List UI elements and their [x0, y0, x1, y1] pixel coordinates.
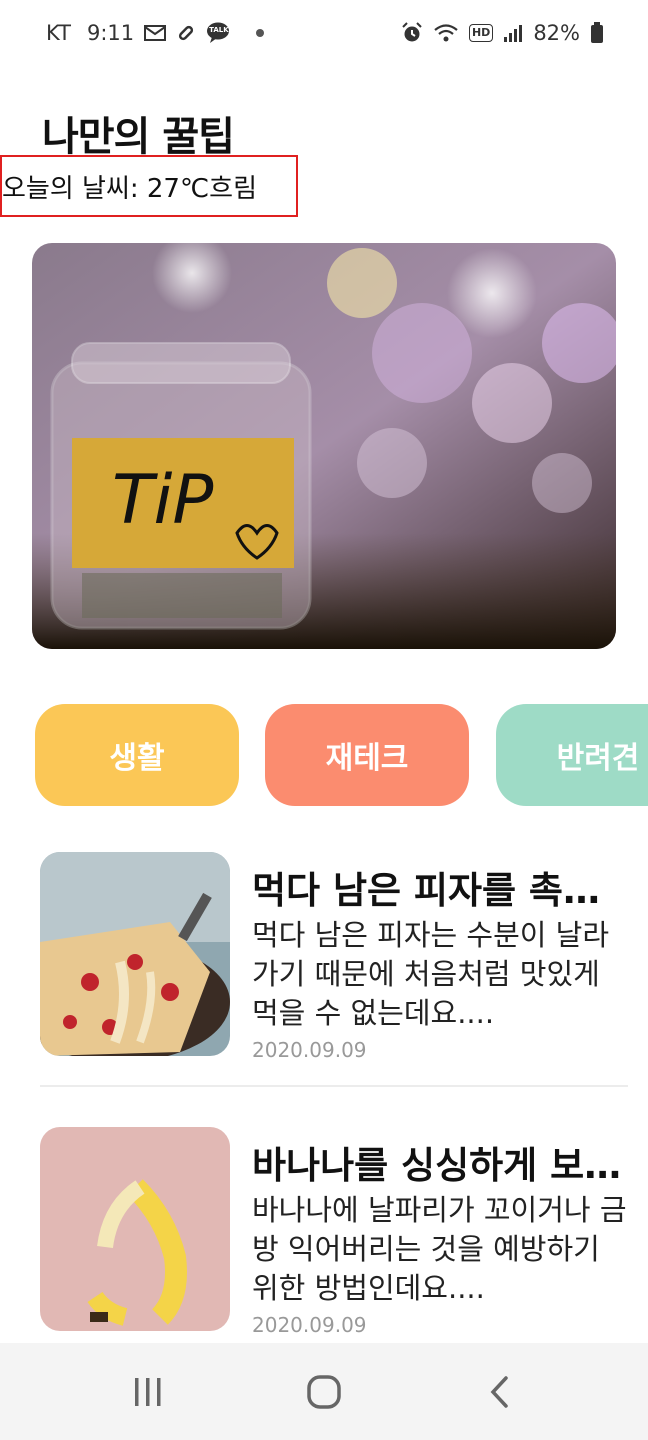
article-title: 먹다 남은 피자를 촉촉하게 — [252, 869, 630, 912]
recent-apps-icon[interactable] — [103, 1362, 193, 1422]
alarm-icon — [401, 22, 423, 44]
article-item[interactable]: 바나나를 싱싱하게 보관하기 바나나에 날파리가 꼬이거나 금방 익어버리는 것… — [40, 1127, 630, 1337]
banana-thumbnail — [40, 1127, 230, 1331]
divider — [40, 1085, 628, 1087]
article-item[interactable]: 먹다 남은 피자를 촉촉하게 먹다 남은 피자는 수분이 날라가기 때문에 처음… — [40, 852, 630, 1062]
pizza-thumbnail — [40, 852, 230, 1056]
notification-dot-icon — [256, 29, 265, 37]
category-life-button[interactable]: 생활 — [35, 704, 239, 806]
category-finance-button[interactable]: 재테크 — [265, 704, 469, 806]
signal-icon — [503, 23, 523, 43]
category-list: 생활 재테크 반려견 — [0, 704, 648, 806]
tip-jar-illustration: TiP — [32, 243, 616, 649]
battery-icon — [590, 22, 604, 44]
category-pet-button[interactable]: 반려견 — [496, 704, 648, 806]
article-date: 2020.09.09 — [252, 1313, 367, 1337]
article-description: 먹다 남은 피자는 수분이 날라가기 때문에 처음처럼 맛있게 먹을 수 없는데… — [252, 918, 610, 1030]
hero-tip-jar-image[interactable]: TiP — [32, 243, 616, 649]
mail-icon — [144, 24, 167, 42]
status-bar-right: HD 82% — [401, 21, 604, 45]
talk-icon-label: TALK — [209, 26, 229, 34]
carrier-label: KT — [46, 21, 71, 45]
home-icon[interactable] — [279, 1362, 369, 1422]
tip-label: TiP — [112, 461, 213, 540]
status-bar: KT 9:11 TALK HD 82% — [0, 0, 648, 66]
system-nav-bar — [0, 1343, 648, 1440]
time-label: 9:11 — [86, 21, 135, 45]
talk-icon: TALK — [206, 22, 230, 44]
wifi-icon — [433, 22, 459, 44]
status-bar-left: KT 9:11 TALK — [46, 21, 265, 45]
article-title: 바나나를 싱싱하게 보관하기 — [252, 1144, 630, 1187]
article-date: 2020.09.09 — [252, 1038, 367, 1062]
article-description: 바나나에 날파리가 꼬이거나 금방 익어버리는 것을 예방하기 위한 방법인데요… — [252, 1193, 627, 1305]
link-icon — [176, 23, 196, 43]
hd-icon: HD — [468, 24, 494, 42]
weather-label: 오늘의 날씨: 27℃흐림 — [0, 155, 298, 217]
battery-label: 82% — [533, 21, 580, 45]
page-title: 나만의 꿀팁 — [42, 114, 235, 160]
back-icon[interactable] — [455, 1362, 545, 1422]
